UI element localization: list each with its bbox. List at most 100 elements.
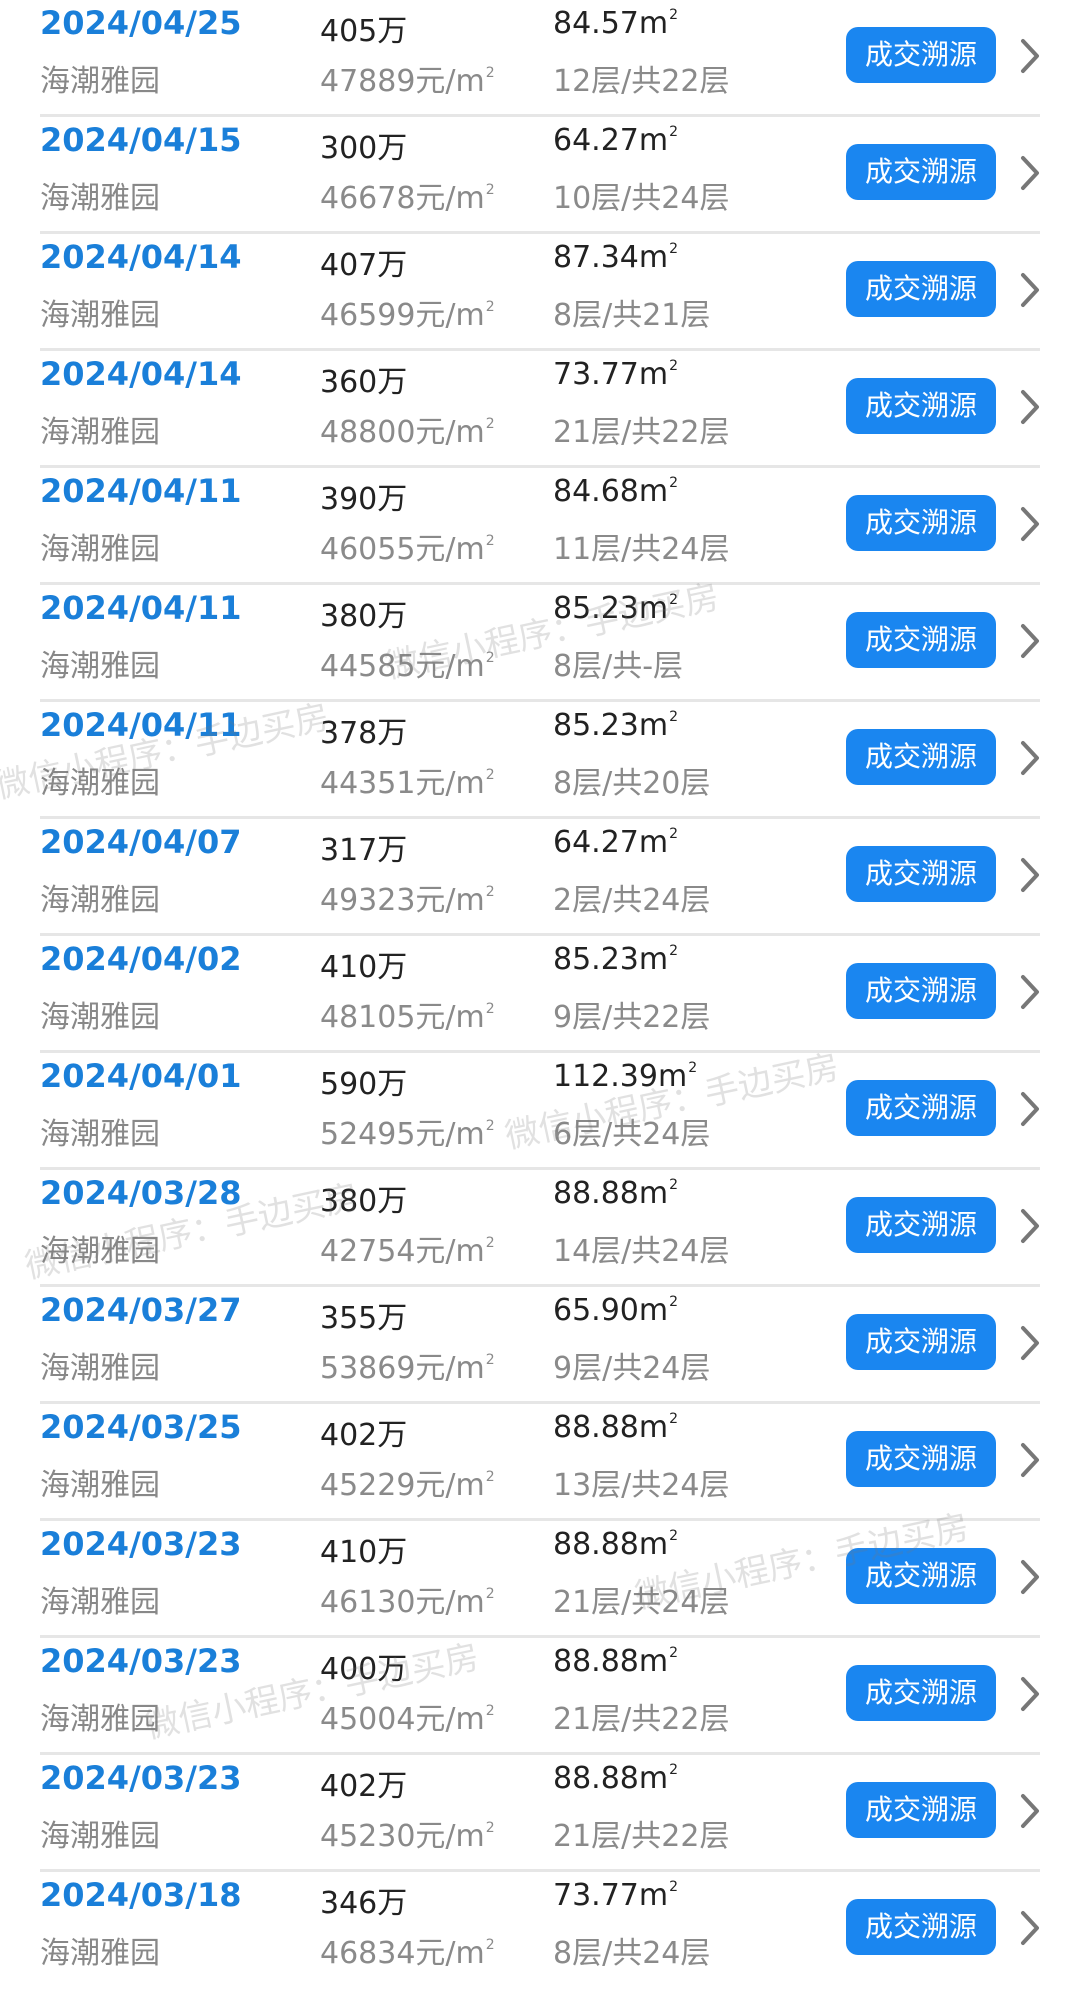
community-name: 海潮雅园 <box>40 1109 160 1153</box>
floor-area-text: 73.77m <box>553 1878 669 1913</box>
trace-deal-button[interactable]: 成交溯源 <box>846 144 996 200</box>
community-name: 海潮雅园 <box>40 1577 160 1621</box>
chevron-right-icon[interactable] <box>1014 36 1046 76</box>
total-price: 380万 <box>320 591 407 635</box>
transaction-row[interactable]: 2024/04/11 海潮雅园 390万 46055元/m2 84.68m2 11层/共2… <box>40 468 1040 585</box>
trace-deal-button[interactable]: 成交溯源 <box>846 1080 996 1136</box>
trace-deal-button[interactable]: 成交溯源 <box>846 1782 996 1838</box>
chevron-right-icon[interactable] <box>1014 387 1046 427</box>
transaction-row[interactable]: 2024/04/01 海潮雅园 590万 52495元/m2 112.39m2 6层/共2… <box>40 1053 1040 1170</box>
chevron-right-icon[interactable] <box>1014 504 1046 544</box>
floor-info: 8层/共24层 <box>553 1928 710 1972</box>
floor-info-text: 8层/共20层 <box>553 766 711 801</box>
total-price-text: 346万 <box>320 1886 408 1921</box>
transaction-row[interactable]: 2024/03/28 海潮雅园 380万 42754元/m2 88.88m2 14层/共2… <box>40 1170 1040 1287</box>
transaction-row[interactable]: 2024/04/02 海潮雅园 410万 48105元/m2 85.23m2 9层/共22… <box>40 936 1040 1053</box>
square-superscript: 2 <box>485 1703 495 1719</box>
chevron-right-icon[interactable] <box>1014 1674 1046 1714</box>
total-price-text: 360万 <box>320 365 408 400</box>
unit-price-text: 45229元/m <box>320 1468 485 1503</box>
trace-deal-button[interactable]: 成交溯源 <box>846 1899 996 1955</box>
transaction-row[interactable]: 2024/03/23 海潮雅园 400万 45004元/m2 88.88m2 21层/共2… <box>40 1638 1040 1755</box>
unit-price: 53869元/m2 <box>320 1343 495 1387</box>
trace-deal-button[interactable]: 成交溯源 <box>846 261 996 317</box>
trace-deal-button[interactable]: 成交溯源 <box>846 846 996 902</box>
trace-deal-button[interactable]: 成交溯源 <box>846 963 996 1019</box>
chevron-right-icon[interactable] <box>1014 1557 1046 1597</box>
transaction-row[interactable]: 2024/04/15 海潮雅园 300万 46678元/m2 64.27m2 10层/共2… <box>40 117 1040 234</box>
trace-deal-button[interactable]: 成交溯源 <box>846 1431 996 1487</box>
unit-price: 44351元/m2 <box>320 758 495 802</box>
total-price-text: 590万 <box>320 1067 408 1102</box>
transaction-row[interactable]: 2024/04/25 海潮雅园 405万 47889元/m2 84.57m2 12层/共2… <box>40 0 1040 117</box>
chevron-right-icon[interactable] <box>1014 738 1046 778</box>
square-superscript: 2 <box>485 650 495 666</box>
total-price: 355万 <box>320 1293 407 1337</box>
floor-area: 73.77m2 <box>553 357 678 392</box>
transaction-row[interactable]: 2024/03/23 海潮雅园 410万 46130元/m2 88.88m2 21层/共2… <box>40 1521 1040 1638</box>
transaction-row[interactable]: 2024/04/14 海潮雅园 360万 48800元/m2 73.77m2 21层/共2… <box>40 351 1040 468</box>
chevron-right-icon[interactable] <box>1014 153 1046 193</box>
trace-deal-button[interactable]: 成交溯源 <box>846 1548 996 1604</box>
transaction-row[interactable]: 2024/04/14 海潮雅园 407万 46599元/m2 87.34m2 8层/共21… <box>40 234 1040 351</box>
chevron-right-icon[interactable] <box>1014 1089 1046 1129</box>
unit-price: 45230元/m2 <box>320 1811 495 1855</box>
transaction-row[interactable]: 2024/04/11 海潮雅园 378万 44351元/m2 85.23m2 8层/共20… <box>40 702 1040 819</box>
trace-deal-button[interactable]: 成交溯源 <box>846 378 996 434</box>
chevron-right-icon[interactable] <box>1014 972 1046 1012</box>
trace-deal-button[interactable]: 成交溯源 <box>846 495 996 551</box>
trace-deal-button[interactable]: 成交溯源 <box>846 1314 996 1370</box>
total-price-text: 380万 <box>320 599 408 634</box>
floor-area-text: 85.23m <box>553 942 669 977</box>
total-price-text: 380万 <box>320 1184 408 1219</box>
floor-info-text: 10层/共24层 <box>553 181 730 216</box>
unit-price-text: 53869元/m <box>320 1351 485 1386</box>
deal-date: 2024/04/11 <box>40 706 242 744</box>
floor-area: 85.23m2 <box>553 942 678 977</box>
trace-deal-button[interactable]: 成交溯源 <box>846 27 996 83</box>
floor-info: 8层/共-层 <box>553 641 683 685</box>
floor-info-text: 8层/共-层 <box>553 649 684 684</box>
chevron-right-icon[interactable] <box>1014 855 1046 895</box>
transaction-row[interactable]: 2024/04/11 海潮雅园 380万 44585元/m2 85.23m2 8层/共-层… <box>40 585 1040 702</box>
unit-price-text: 48105元/m <box>320 1000 485 1035</box>
deal-date: 2024/04/02 <box>40 940 242 978</box>
chevron-right-icon[interactable] <box>1014 1440 1046 1480</box>
trace-deal-button[interactable]: 成交溯源 <box>846 1665 996 1721</box>
floor-area: 88.88m2 <box>553 1176 678 1211</box>
deal-date-text: 2024/04/14 <box>40 238 242 276</box>
unit-price-text: 46678元/m <box>320 181 485 216</box>
total-price: 402万 <box>320 1761 407 1805</box>
transaction-row[interactable]: 2024/04/07 海潮雅园 317万 49323元/m2 64.27m2 2层/共24… <box>40 819 1040 936</box>
floor-area-text: 73.77m <box>553 357 669 392</box>
transaction-row[interactable]: 2024/03/25 海潮雅园 402万 45229元/m2 88.88m2 13层/共2… <box>40 1404 1040 1521</box>
deal-date: 2024/04/11 <box>40 589 242 627</box>
chevron-right-icon[interactable] <box>1014 621 1046 661</box>
unit-price-text: 45004元/m <box>320 1702 485 1737</box>
chevron-right-icon[interactable] <box>1014 270 1046 310</box>
total-price: 410万 <box>320 1527 407 1571</box>
trace-deal-button[interactable]: 成交溯源 <box>846 1197 996 1253</box>
chevron-right-icon[interactable] <box>1014 1791 1046 1831</box>
community-name-text: 海潮雅园 <box>40 64 160 99</box>
total-price: 402万 <box>320 1410 407 1454</box>
deal-date-text: 2024/04/15 <box>40 121 242 159</box>
square-superscript: 2 <box>669 475 679 491</box>
chevron-right-icon[interactable] <box>1014 1908 1046 1948</box>
square-superscript: 2 <box>485 533 495 549</box>
trace-deal-button[interactable]: 成交溯源 <box>846 729 996 785</box>
transaction-row[interactable]: 2024/03/18 海潮雅园 346万 46834元/m2 73.77m2 8层/共24… <box>40 1872 1040 1989</box>
unit-price: 46599元/m2 <box>320 290 495 334</box>
community-name-text: 海潮雅园 <box>40 532 160 567</box>
transaction-row[interactable]: 2024/03/23 海潮雅园 402万 45230元/m2 88.88m2 21层/共2… <box>40 1755 1040 1872</box>
transaction-row[interactable]: 2024/03/27 海潮雅园 355万 53869元/m2 65.90m2 9层/共24… <box>40 1287 1040 1404</box>
chevron-right-icon[interactable] <box>1014 1206 1046 1246</box>
unit-price-text: 44585元/m <box>320 649 485 684</box>
unit-price: 42754元/m2 <box>320 1226 495 1270</box>
trace-deal-button[interactable]: 成交溯源 <box>846 612 996 668</box>
chevron-right-icon[interactable] <box>1014 1323 1046 1363</box>
floor-info: 12层/共22层 <box>553 56 729 100</box>
community-name: 海潮雅园 <box>40 992 160 1036</box>
deal-date: 2024/04/07 <box>40 823 242 861</box>
unit-price-text: 46834元/m <box>320 1936 485 1971</box>
